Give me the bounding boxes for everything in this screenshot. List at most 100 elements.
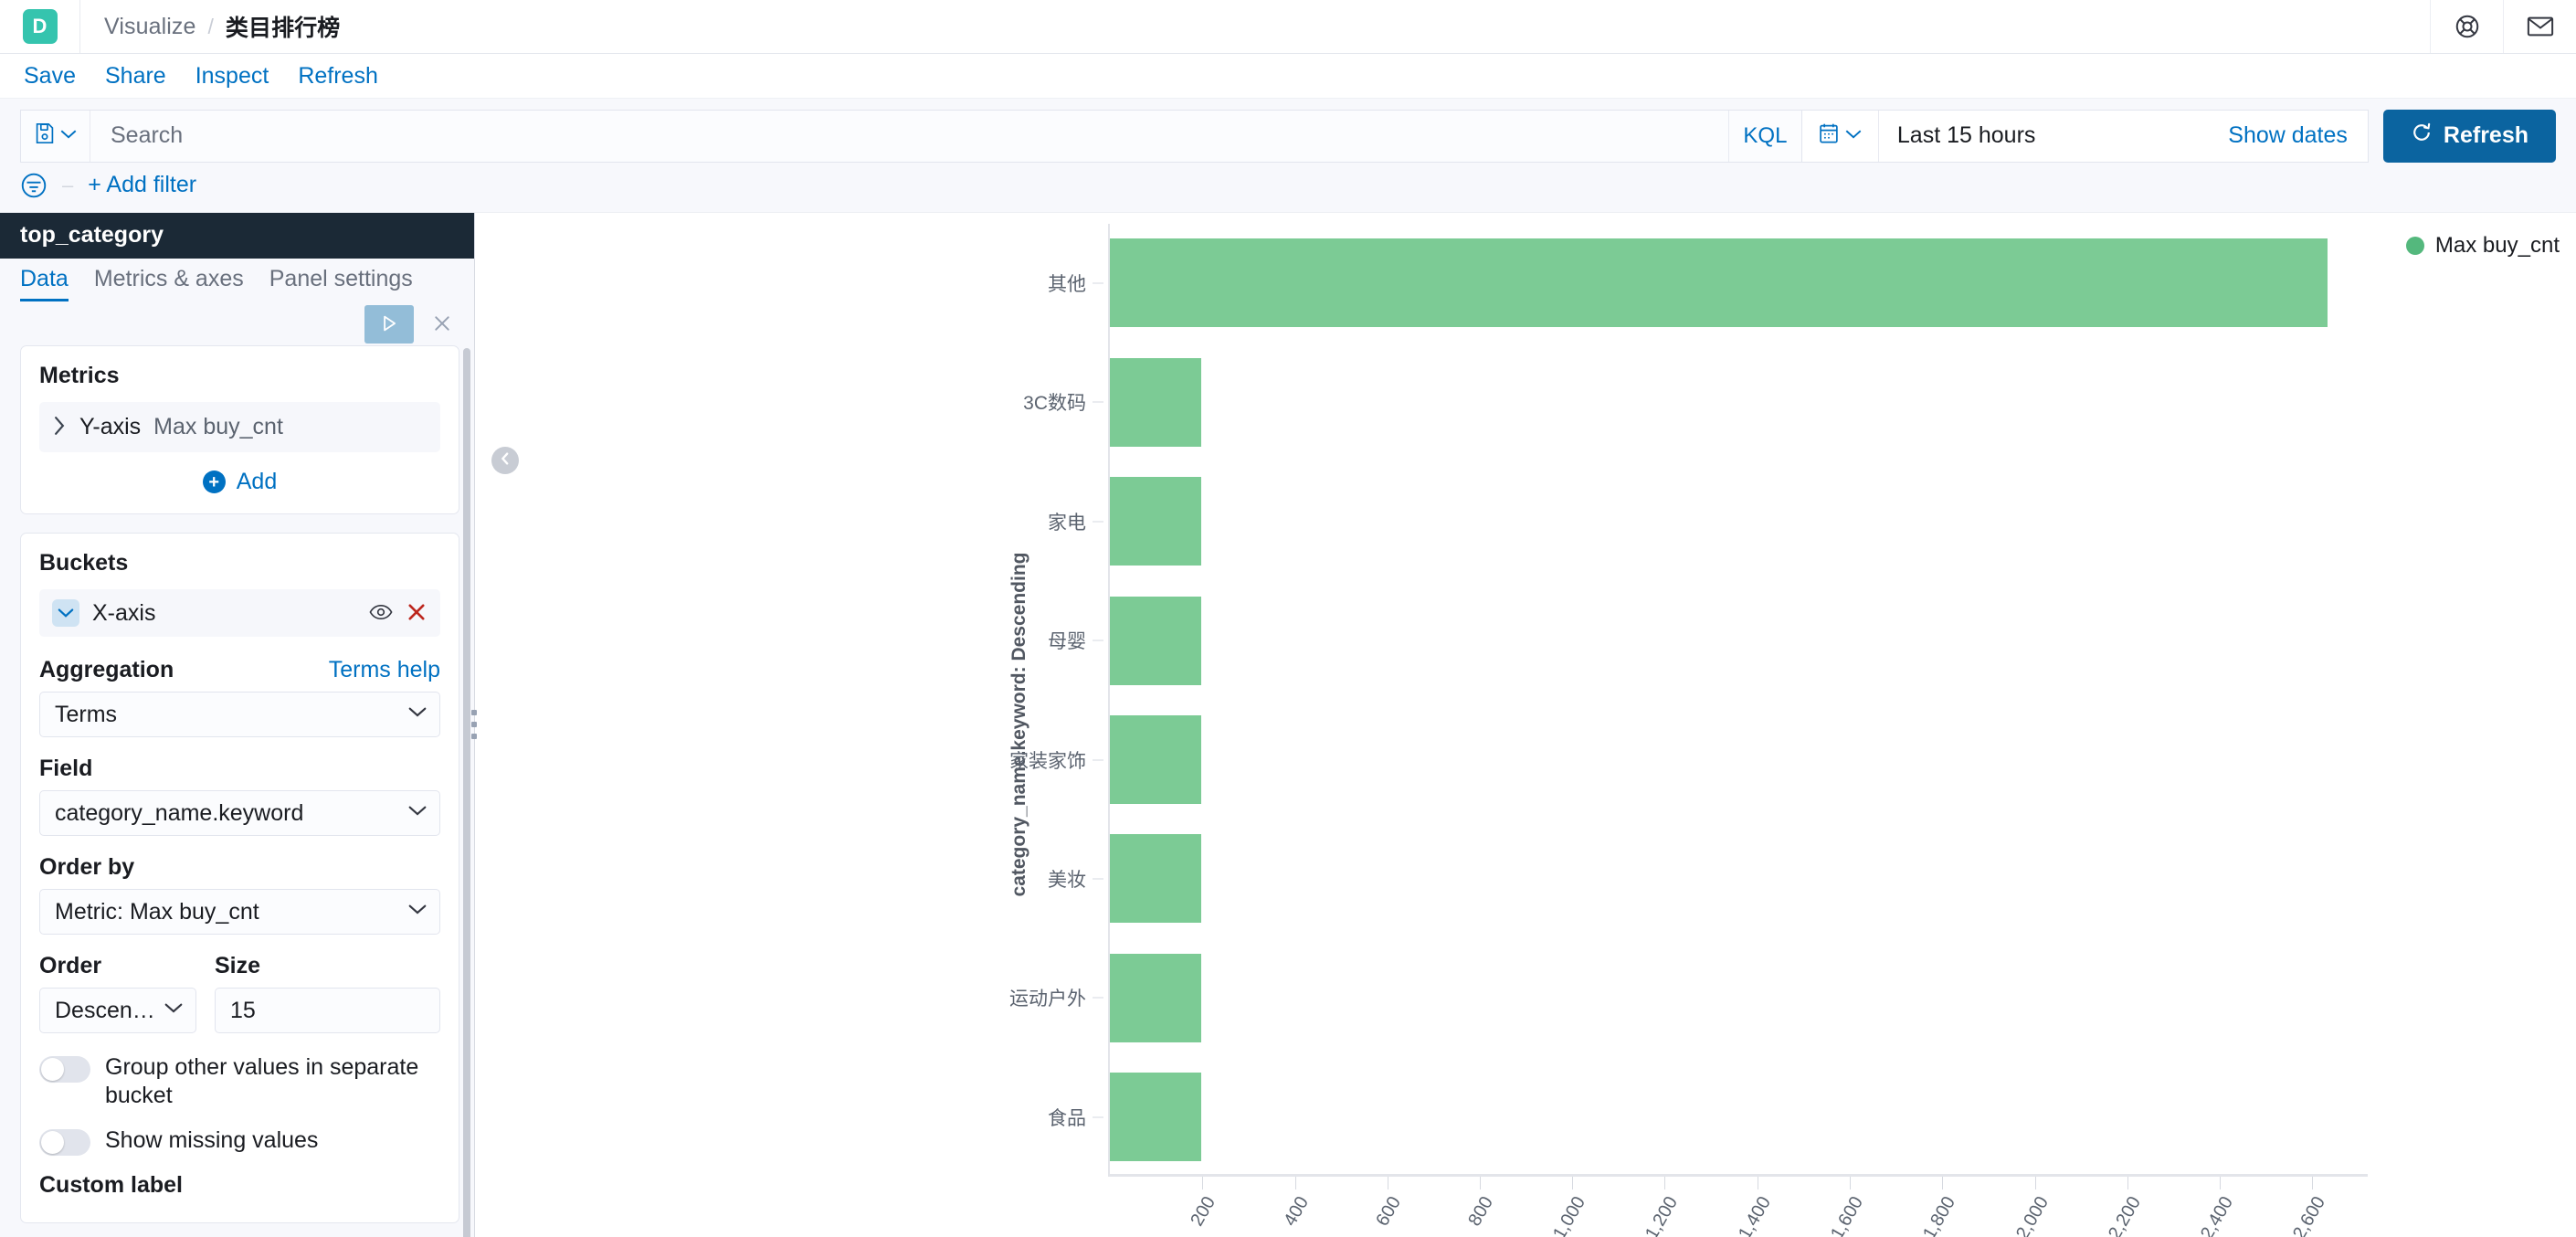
x-axis-ticks: 200 400 600 800 1,000 1,200 1,400 1,600 1,800 2,0… — [1110, 1177, 2368, 1237]
legend-color-dot[interactable] — [2405, 236, 2424, 255]
x-axis-tick-mark — [2034, 1177, 2036, 1190]
aggregation-select[interactable]: Terms — [39, 692, 440, 738]
bucket-row-x-axis[interactable]: X-axis — [39, 589, 440, 638]
bar[interactable] — [1110, 357, 1202, 447]
x-axis-tick-label: 1,200 — [1642, 1193, 1683, 1237]
bar[interactable] — [1110, 953, 1201, 1042]
y-axis-tick-mark — [1093, 282, 1103, 284]
sidebar-resize-handle[interactable] — [458, 697, 491, 752]
refresh-button[interactable]: Refresh — [2382, 109, 2556, 163]
bucket-toggle-visibility-button[interactable] — [369, 603, 393, 624]
calendar-icon — [1819, 122, 1839, 149]
date-quick-select-button[interactable] — [1802, 110, 1879, 162]
breadcrumb: Visualize / 类目排行榜 — [80, 10, 340, 43]
custom-label-title: Custom label — [39, 1172, 183, 1199]
terms-help-link[interactable]: Terms help — [329, 657, 440, 683]
chevron-right-icon — [52, 416, 67, 439]
tab-panel-settings[interactable]: Panel settings — [269, 266, 413, 301]
editor-title: top_category — [0, 212, 474, 259]
search-input[interactable] — [111, 122, 1728, 150]
y-axis-tick-label: 家装家饰 — [1009, 750, 1086, 772]
discard-changes-button[interactable] — [423, 305, 461, 344]
y-axis-tick-label: 家电 — [1048, 512, 1086, 534]
aggregation-select-value: Terms — [55, 701, 118, 727]
bar[interactable] — [1110, 714, 1201, 805]
bar-series — [1110, 224, 2368, 1177]
header-right — [2430, 0, 2576, 53]
menu-share[interactable]: Share — [105, 63, 166, 90]
order-block: Order Descending — [39, 953, 196, 1034]
group-other-values-toggle[interactable] — [39, 1056, 90, 1084]
bar-slot — [1110, 714, 2368, 805]
metric-axis-value: Max buy_cnt — [153, 414, 283, 440]
vis-editor-sidebar: top_category Data Metrics & axes Panel s… — [0, 212, 477, 1237]
y-axis-tick-label: 美妆 — [1048, 869, 1086, 891]
menu-refresh[interactable]: Refresh — [298, 63, 378, 90]
order-select[interactable]: Descending — [39, 988, 196, 1034]
apply-changes-button[interactable] — [364, 305, 414, 344]
x-axis-tick-label: 1,400 — [1734, 1193, 1775, 1237]
breadcrumb-visualize[interactable]: Visualize — [104, 14, 196, 40]
add-filter-button[interactable]: + Add filter — [88, 172, 196, 198]
add-metric-button[interactable]: + Add — [39, 452, 440, 499]
x-axis-tick-mark — [1202, 1177, 1204, 1190]
bar[interactable] — [1110, 477, 1202, 566]
refresh-icon — [2411, 122, 2433, 150]
menu-save[interactable]: Save — [24, 63, 76, 90]
bar[interactable] — [1110, 596, 1202, 685]
x-axis-tick-label: 2,000 — [2011, 1193, 2053, 1237]
bucket-name-label: X-axis — [92, 599, 156, 626]
breadcrumb-current: 类目排行榜 — [225, 16, 341, 41]
app-logo: D — [22, 9, 58, 44]
metric-row-y-axis[interactable]: Y-axis Max buy_cnt — [39, 402, 440, 453]
bar[interactable] — [1110, 1073, 1201, 1162]
order-by-select[interactable]: Metric: Max buy_cnt — [39, 889, 440, 936]
x-axis-tick-mark — [2312, 1177, 2314, 1190]
show-dates-button[interactable]: Show dates — [2208, 111, 2368, 162]
y-axis-tick-mark — [1093, 759, 1103, 760]
editor-tabs: Data Metrics & axes Panel settings — [0, 258, 474, 302]
date-range-display[interactable]: Last 15 hours — [1879, 111, 2208, 162]
mail-button[interactable] — [2503, 0, 2576, 53]
bucket-collapse-toggle[interactable] — [52, 599, 79, 628]
logo-cell[interactable]: D — [0, 0, 80, 53]
tab-metrics-axes[interactable]: Metrics & axes — [94, 266, 244, 301]
visualization-canvas: category_name.keyword: Descending 其他 3C数码… — [475, 212, 2576, 1237]
search-group: KQL — [20, 109, 1802, 163]
saved-query-button[interactable] — [21, 110, 90, 162]
x-axis-tick-label: 600 — [1372, 1193, 1405, 1230]
filter-divider: – — [62, 173, 74, 196]
order-by-label: Order by — [39, 854, 135, 881]
aggregation-block: Aggregation Terms help Terms — [39, 657, 440, 738]
bucket-remove-button[interactable] — [406, 601, 428, 626]
chevron-down-icon — [408, 805, 427, 821]
size-label: Size — [215, 953, 261, 979]
field-label-row: Field — [39, 756, 440, 782]
metrics-title: Metrics — [39, 363, 120, 389]
menu-inspect[interactable]: Inspect — [195, 63, 269, 90]
save-disk-icon — [35, 122, 55, 149]
editor-scrollbar[interactable] — [463, 347, 470, 1237]
size-input[interactable]: 15 — [215, 988, 440, 1034]
y-axis-tick-label: 3C数码 — [1023, 393, 1086, 415]
field-select[interactable]: category_name.keyword — [39, 790, 440, 837]
x-axis-tick-mark — [2219, 1177, 2221, 1190]
bar[interactable] — [1110, 238, 2328, 328]
filter-options-button[interactable] — [20, 172, 48, 199]
global-header: D Visualize / 类目排行榜 — [0, 0, 2576, 54]
help-button[interactable] — [2430, 0, 2503, 53]
query-language-button[interactable]: KQL — [1727, 110, 1801, 162]
bar-slot — [1110, 834, 2368, 924]
bar[interactable] — [1110, 834, 1201, 924]
buckets-title: Buckets — [39, 550, 129, 576]
tab-data[interactable]: Data — [20, 266, 69, 302]
metric-axis-label: Y-axis — [79, 414, 142, 440]
drag-handle-dot — [471, 722, 477, 728]
collapse-sidebar-button[interactable] — [491, 446, 519, 474]
bar-slot — [1110, 953, 2368, 1042]
plus-icon: + — [202, 470, 226, 494]
legend-entry-label[interactable]: Max buy_cnt — [2435, 233, 2560, 259]
buckets-card: Buckets X-axis Aggregation Terms help Te… — [20, 533, 459, 1224]
y-axis-tick-label: 其他 — [1048, 273, 1086, 295]
show-missing-values-toggle[interactable] — [39, 1129, 90, 1157]
